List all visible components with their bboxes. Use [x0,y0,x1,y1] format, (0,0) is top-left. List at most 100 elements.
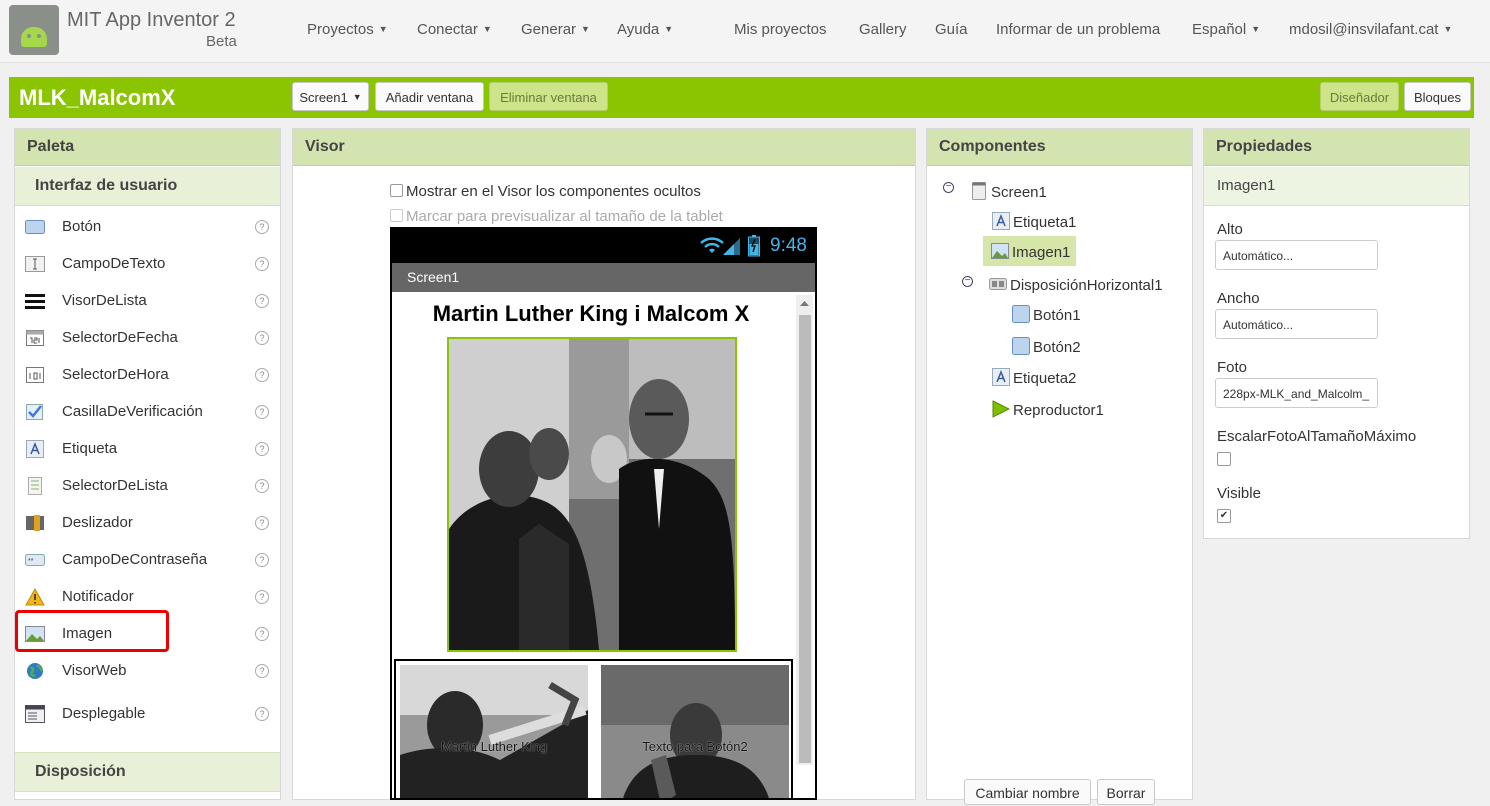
palette-item-label: Botón [62,218,102,235]
tree-item-boton1[interactable]: Botón1 [1012,305,1081,329]
rename-button[interactable]: Cambiar nombre [964,779,1091,805]
nav-mis-proyectos[interactable]: Mis proyectos [734,21,827,38]
help-icon[interactable]: ? [255,553,269,567]
nav-usuario[interactable]: mdosil@insvilafant.cat ▼ [1289,21,1452,38]
help-icon[interactable]: ? [255,627,269,641]
show-hidden-checkbox[interactable]: Mostrar en el Visor los componentes ocul… [390,183,701,200]
properties-panel: Propiedades Imagen1 Alto Automático... A… [1203,128,1470,539]
nav-idioma-label: Español [1192,21,1247,38]
help-icon[interactable]: ? [255,442,269,456]
etiqueta1-preview[interactable]: Martin Luther King i Malcom X [392,301,790,327]
checkbox-box[interactable] [390,184,403,197]
components-title: Componentes [927,129,1192,166]
mlk-speech-photo-icon [400,665,588,798]
palette-section-layout[interactable]: Disposición [15,752,280,792]
nav-conectar[interactable]: Conectar ▼ [417,21,492,38]
help-icon[interactable]: ? [255,368,269,382]
properties-title: Propiedades [1204,129,1469,166]
palette-item-visordelista[interactable]: VisorDeLista ? [15,283,277,319]
phone-scrollbar-thumb[interactable] [799,315,811,763]
palette-item-label: Etiqueta [62,440,118,457]
spinner-icon [25,705,45,723]
boton2-preview[interactable]: Texto para Botón2 [601,665,789,798]
prop-visible-checkbox[interactable]: ✔ [1217,509,1231,523]
palette-section-ui[interactable]: Interfaz de usuario [15,167,280,206]
delete-button[interactable]: Borrar [1097,779,1155,805]
prop-ancho-input[interactable]: Automático... [1215,309,1378,339]
scroll-up-icon[interactable] [799,299,810,307]
help-icon[interactable]: ? [255,331,269,345]
boton1-preview[interactable]: Martin Luther King [400,665,588,798]
password-icon: ** [25,554,45,566]
phone-scrollbar[interactable] [796,295,813,765]
palette-item-desplegable[interactable]: Desplegable ? [15,696,277,732]
help-icon[interactable]: ? [255,479,269,493]
palette-item-visorweb[interactable]: VisorWeb ? [15,653,277,689]
palette-item-selectordefecha[interactable]: SelectorDeFecha ? [15,320,277,356]
palette-item-selectordehora[interactable]: SelectorDeHora ? [15,357,277,393]
prop-escalar-checkbox[interactable] [1217,452,1231,466]
collapse-disposicion-icon[interactable]: − [962,276,973,287]
help-icon[interactable]: ? [255,516,269,530]
nav-conectar-label: Conectar [417,21,478,38]
caret-down-icon: ▼ [664,24,674,34]
nav-ayuda[interactable]: Ayuda ▼ [617,21,673,38]
palette-item-etiqueta[interactable]: Etiqueta ? [15,431,277,467]
nav-gallery[interactable]: Gallery [859,21,907,38]
help-icon[interactable]: ? [255,664,269,678]
tree-item-imagen1-selected[interactable]: Imagen1 [983,236,1076,266]
blocks-button[interactable]: Bloques [1404,82,1471,111]
checkbox-box[interactable] [390,209,403,222]
palette-item-label: SelectorDeFecha [62,329,178,346]
designer-button[interactable]: Diseñador [1320,82,1399,111]
nav-proyectos[interactable]: Proyectos ▼ [307,21,388,38]
tree-item-screen1[interactable]: Screen1 [970,182,1047,206]
remove-screen-button[interactable]: Eliminar ventana [489,82,608,111]
help-icon[interactable]: ? [255,405,269,419]
palette-title: Paleta [15,129,280,166]
palette-item-campodecontrasena[interactable]: ** CampoDeContraseña ? [15,542,277,578]
palette-item-boton[interactable]: Botón ? [15,209,277,245]
nav-guia[interactable]: Guía [935,21,968,38]
nav-informar[interactable]: Informar de un problema [996,21,1160,38]
palette-item-selectordelista[interactable]: SelectorDeLista ? [15,468,277,504]
clock-icon [26,367,44,383]
palette-item-label: SelectorDeLista [62,477,168,494]
show-hidden-label: Mostrar en el Visor los componentes ocul… [406,183,701,200]
palette-item-label: Deslizador [62,514,133,531]
nav-usuario-label: mdosil@insvilafant.cat [1289,21,1439,38]
add-screen-button[interactable]: Añadir ventana [375,82,484,111]
help-icon[interactable]: ? [255,294,269,308]
mlk-malcolm-photo-icon [449,339,735,650]
tree-item-disposicionhorizontal1[interactable]: DisposiciónHorizontal1 [989,275,1163,299]
tree-item-reproductor1[interactable]: Reproductor1 [992,400,1104,424]
palette-item-campodetexto[interactable]: CampoDeTexto ? [15,246,277,282]
help-icon[interactable]: ? [255,220,269,234]
tree-item-boton2[interactable]: Botón2 [1012,337,1081,361]
prop-alto-input[interactable]: Automático... [1215,240,1378,270]
prop-foto-label: Foto [1217,359,1248,376]
palette-item-casilladeverificacion[interactable]: CasillaDeVerificación ? [15,394,277,430]
palette-item-label: Notificador [62,588,134,605]
help-icon[interactable]: ? [255,590,269,604]
project-bar: MLK_MalcomX Screen1 ▼ Añadir ventana Elim… [9,77,1474,118]
palette-item-label: CampoDeTexto [62,255,166,272]
prop-foto-input[interactable]: 228px-MLK_and_Malcolm_ [1215,378,1378,408]
tablet-preview-checkbox[interactable]: Marcar para previsualizar al tamaño de l… [390,208,723,225]
nav-generar[interactable]: Generar ▼ [521,21,590,38]
tree-item-etiqueta1[interactable]: Etiqueta1 [992,212,1076,236]
imagen1-preview[interactable] [447,337,737,652]
phone-clock: 9:48 [770,235,807,256]
app-inventor-logo-icon[interactable] [9,5,59,55]
nav-generar-label: Generar [521,21,577,38]
palette-item-deslizador[interactable]: Deslizador ? [15,505,277,541]
screen-select-button[interactable]: Screen1 ▼ [292,82,369,111]
help-icon[interactable]: ? [255,257,269,271]
nav-idioma[interactable]: Español ▼ [1192,21,1260,38]
help-icon[interactable]: ? [255,707,269,721]
collapse-screen1-icon[interactable]: − [943,182,954,193]
palette-item-label: VisorWeb [62,662,127,679]
tree-item-etiqueta2[interactable]: Etiqueta2 [992,368,1076,392]
tree-item-label: Etiqueta1 [1013,214,1077,231]
battery-icon [748,235,760,257]
